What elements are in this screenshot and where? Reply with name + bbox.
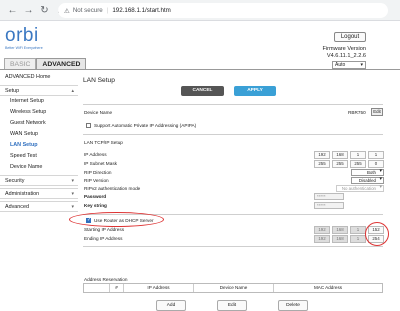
ripv2-auth-select[interactable]: No authentication bbox=[336, 185, 384, 192]
edit-button[interactable]: Edit bbox=[217, 300, 247, 311]
sidebar-item-label: Setup bbox=[5, 88, 20, 94]
apply-button[interactable]: APPLY bbox=[234, 86, 276, 96]
ip-octet-1[interactable]: 192 bbox=[314, 151, 330, 159]
start-ip-octet-3: 1 bbox=[350, 226, 366, 234]
sidebar-item-label: Security bbox=[5, 178, 25, 184]
sidebar-item-label: Advanced bbox=[5, 204, 29, 210]
address-bar[interactable]: ⚠ Not secure | 192.168.1.1/start.htm bbox=[58, 3, 388, 18]
apipa-label: Support Automatic Private IP Addressing … bbox=[94, 123, 197, 128]
annotation-circle bbox=[365, 222, 389, 246]
chevron-down-icon: ▾ bbox=[71, 178, 74, 184]
tab-divider bbox=[0, 69, 400, 70]
sidebar: ADVANCED Home Setup ▴ Internet Setup Wir… bbox=[0, 72, 78, 212]
device-name-edit-button[interactable]: Edit bbox=[371, 108, 383, 116]
subnet-mask-label: IP Subnet Mask bbox=[84, 161, 118, 166]
logo-word: orbi bbox=[5, 25, 39, 46]
warning-icon: ⚠ bbox=[64, 7, 70, 15]
sidebar-item-internet-setup[interactable]: Internet Setup bbox=[0, 96, 78, 107]
delete-button[interactable]: Delete bbox=[278, 300, 308, 311]
language-select[interactable]: Auto bbox=[332, 61, 366, 69]
key-string-input[interactable]: ***** bbox=[314, 202, 344, 209]
device-name-value: RBR750 bbox=[348, 110, 366, 115]
rip-version-select[interactable]: Disabled bbox=[351, 177, 384, 184]
ip-octet-2[interactable]: 168 bbox=[332, 151, 348, 159]
key-string-label: Key string bbox=[84, 203, 107, 208]
device-name-label: Device Name bbox=[84, 110, 113, 115]
reservation-table-header: # IP Address Device Name MAC Address bbox=[83, 283, 383, 293]
separator: | bbox=[106, 7, 109, 14]
table-header: # bbox=[110, 284, 124, 292]
sidebar-item-lan-setup[interactable]: LAN Setup bbox=[0, 140, 78, 151]
table-header bbox=[84, 284, 110, 292]
table-header: IP Address bbox=[124, 284, 194, 292]
back-icon[interactable]: ← bbox=[6, 4, 19, 17]
apipa-checkbox[interactable] bbox=[86, 123, 91, 128]
table-header: Device Name bbox=[194, 284, 274, 292]
orbi-logo: orbi Better WiFi Everywhere bbox=[5, 26, 43, 50]
sidebar-item-device-name[interactable]: Device Name bbox=[0, 162, 78, 173]
rip-direction-select[interactable]: Both bbox=[351, 169, 384, 176]
ending-ip-label: Ending IP Address bbox=[84, 236, 123, 241]
end-ip-octet-2: 168 bbox=[332, 235, 348, 243]
rip-version-label: RIP Version bbox=[84, 178, 109, 183]
sidebar-item-security[interactable]: Security ▾ bbox=[0, 175, 78, 186]
security-label: Not secure bbox=[72, 7, 103, 14]
logo-tagline: Better WiFi Everywhere bbox=[5, 46, 43, 50]
lan-setup-panel: LAN Setup CANCEL APPLY Device Name RBR75… bbox=[69, 72, 389, 311]
sidebar-item-advanced-home[interactable]: ADVANCED Home bbox=[0, 72, 78, 83]
divider bbox=[83, 134, 383, 135]
ip-octet-3[interactable]: 1 bbox=[350, 151, 366, 159]
firmware-value: V4.6.11.1_2.2.6 bbox=[326, 52, 366, 59]
rip-direction-label: RIP Direction bbox=[84, 170, 112, 175]
sidebar-item-wan-setup[interactable]: WAN Setup bbox=[0, 129, 78, 140]
ip-address-label: IP Address bbox=[84, 152, 107, 157]
sidebar-item-administration[interactable]: Administration ▾ bbox=[0, 188, 78, 199]
password-input[interactable]: ***** bbox=[314, 193, 344, 200]
firmware-info: Firmware Version V4.6.11.1_2.2.6 bbox=[322, 46, 366, 59]
firmware-label: Firmware Version bbox=[322, 46, 366, 52]
page-title: LAN Setup bbox=[83, 77, 115, 84]
reload-icon[interactable]: ↻ bbox=[38, 4, 51, 17]
tab-advanced[interactable]: ADVANCED bbox=[36, 58, 87, 69]
forward-icon[interactable]: → bbox=[22, 4, 35, 17]
mask-octet-3[interactable]: 255 bbox=[350, 160, 366, 168]
starting-ip-label: Starting IP Address bbox=[84, 227, 125, 232]
end-ip-octet-3: 1 bbox=[350, 235, 366, 243]
start-ip-octet-1: 192 bbox=[314, 226, 330, 234]
url-text: 192.168.1.1/start.htm bbox=[112, 7, 171, 14]
mode-tabs: BASIC ADVANCED bbox=[4, 58, 87, 69]
sidebar-item-advanced[interactable]: Advanced ▾ bbox=[0, 201, 78, 212]
annotation-circle bbox=[69, 212, 164, 227]
address-reservation-title: Address Reservation bbox=[84, 277, 128, 282]
mask-octet-1[interactable]: 255 bbox=[314, 160, 330, 168]
end-ip-octet-1: 192 bbox=[314, 235, 330, 243]
divider bbox=[83, 104, 383, 105]
sidebar-item-wireless-setup[interactable]: Wireless Setup bbox=[0, 107, 78, 118]
ip-octet-4[interactable]: 1 bbox=[368, 151, 384, 159]
chevron-down-icon: ▾ bbox=[71, 191, 74, 197]
divider bbox=[83, 246, 383, 247]
sidebar-item-guest-network[interactable]: Guest Network bbox=[0, 118, 78, 129]
sidebar-item-speed-test[interactable]: Speed Test bbox=[0, 151, 78, 162]
start-ip-octet-2: 168 bbox=[332, 226, 348, 234]
subnet-mask-field: 255 255 255 0 bbox=[314, 160, 384, 168]
password-label: Password bbox=[84, 194, 107, 199]
ripv2-auth-label: RIPv2 authentication mode bbox=[84, 186, 141, 191]
sidebar-item-setup[interactable]: Setup ▴ bbox=[0, 85, 78, 96]
sidebar-item-label: Administration bbox=[5, 191, 40, 197]
table-header: MAC Address bbox=[313, 285, 343, 290]
tcpip-section-title: LAN TCP/IP Setup bbox=[84, 140, 123, 145]
add-button[interactable]: Add bbox=[156, 300, 186, 311]
tab-basic[interactable]: BASIC bbox=[4, 58, 37, 69]
mask-octet-2[interactable]: 255 bbox=[332, 160, 348, 168]
logout-button[interactable]: Logout bbox=[334, 32, 366, 42]
mask-octet-4[interactable]: 0 bbox=[368, 160, 384, 168]
chevron-down-icon: ▾ bbox=[71, 204, 74, 210]
cancel-button[interactable]: CANCEL bbox=[181, 86, 224, 96]
browser-toolbar: ← → ↻ ⌂ ⚠ Not secure | 192.168.1.1/start… bbox=[0, 0, 400, 21]
ip-address-field: 192 168 1 1 bbox=[314, 151, 384, 159]
